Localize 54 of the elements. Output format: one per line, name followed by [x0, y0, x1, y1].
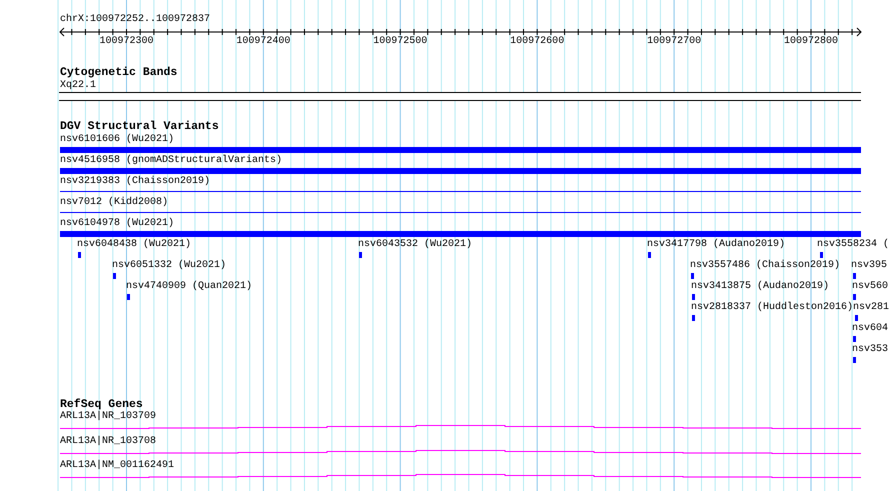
gene-line[interactable] — [60, 425, 862, 429]
gene-line[interactable] — [60, 450, 862, 454]
variant-label: nsv6043532 (Wu2021) — [358, 239, 472, 250]
track-title: Cytogenetic Bands — [60, 67, 178, 78]
variant-label: nsv6101606 (Wu2021) — [60, 134, 174, 145]
variant-label: nsv4516958 (gnomADStructuralVariants) — [60, 155, 282, 166]
band-label: Xq22.1 — [60, 80, 96, 91]
gene-label: ARL13A|NR_103709 — [60, 411, 156, 422]
region-title: chrX:100972252..100972837 — [60, 14, 210, 25]
variant-marker[interactable] — [127, 294, 130, 300]
variant-marker[interactable] — [691, 273, 694, 279]
tick-label: 100972800 — [784, 36, 838, 47]
variant-marker[interactable] — [78, 252, 81, 258]
variant-marker[interactable] — [853, 336, 856, 342]
variant-marker[interactable] — [692, 294, 695, 300]
variant-marker[interactable] — [853, 273, 856, 279]
gene-line[interactable] — [60, 474, 862, 478]
variant-marker[interactable] — [359, 252, 362, 258]
variant-label: nsv6048438 (Wu2021) — [77, 239, 192, 250]
track-title: DGV Structural Variants — [60, 121, 219, 132]
variant-marker[interactable] — [113, 273, 116, 279]
variant-label: nsv604 — [852, 323, 888, 334]
track-title: RefSeq Genes — [60, 399, 143, 410]
variant-marker[interactable] — [853, 357, 856, 363]
variant-label: nsv395 — [851, 260, 888, 271]
tick-label: 100972300 — [100, 36, 154, 47]
variant-label: nsv3557486 (Chaisson2019) — [690, 260, 840, 271]
tick-label: 100972700 — [647, 36, 702, 47]
tick-label: 100972400 — [236, 36, 290, 47]
gene-label: ARL13A|NM_001162491 — [60, 460, 174, 471]
variant-bar[interactable] — [60, 147, 861, 153]
variant-bar[interactable] — [60, 231, 861, 237]
variant-label: nsv3413875 (Audano2019) — [691, 281, 830, 292]
variant-marker[interactable] — [692, 315, 695, 321]
gene-label: ARL13A|NR_103708 — [60, 436, 156, 446]
variant-label: nsv560 — [852, 281, 888, 292]
variant-label: nsv3219383 (Chaisson2019) — [60, 176, 210, 187]
variant-marker[interactable] — [820, 252, 823, 258]
variant-label: nsv4740909 (Quan2021) — [126, 281, 252, 292]
variant-label: nsv2818337 (Huddleston2016) — [691, 302, 854, 313]
tick-label: 100972500 — [373, 36, 428, 47]
variant-label: nsv353 — [852, 344, 888, 355]
variant-label: nsv7012 (Kidd2008) — [60, 197, 168, 208]
variant-marker[interactable] — [648, 252, 651, 258]
variant-bar[interactable] — [60, 168, 861, 174]
variant-label: nsv6051332 (Wu2021) — [112, 260, 226, 271]
variant-marker[interactable] — [853, 294, 856, 300]
variant-label: nsv3558234 ( — [817, 239, 890, 250]
tick-label: 100972600 — [510, 36, 564, 47]
cytoband-bar[interactable] — [59, 92, 861, 101]
variant-label: nsv3417798 (Audano2019) — [647, 239, 786, 250]
variant-marker[interactable] — [855, 315, 858, 321]
variant-label: nsv6104978 (Wu2021) — [60, 218, 174, 229]
variant-label: nsv281 — [853, 302, 890, 313]
